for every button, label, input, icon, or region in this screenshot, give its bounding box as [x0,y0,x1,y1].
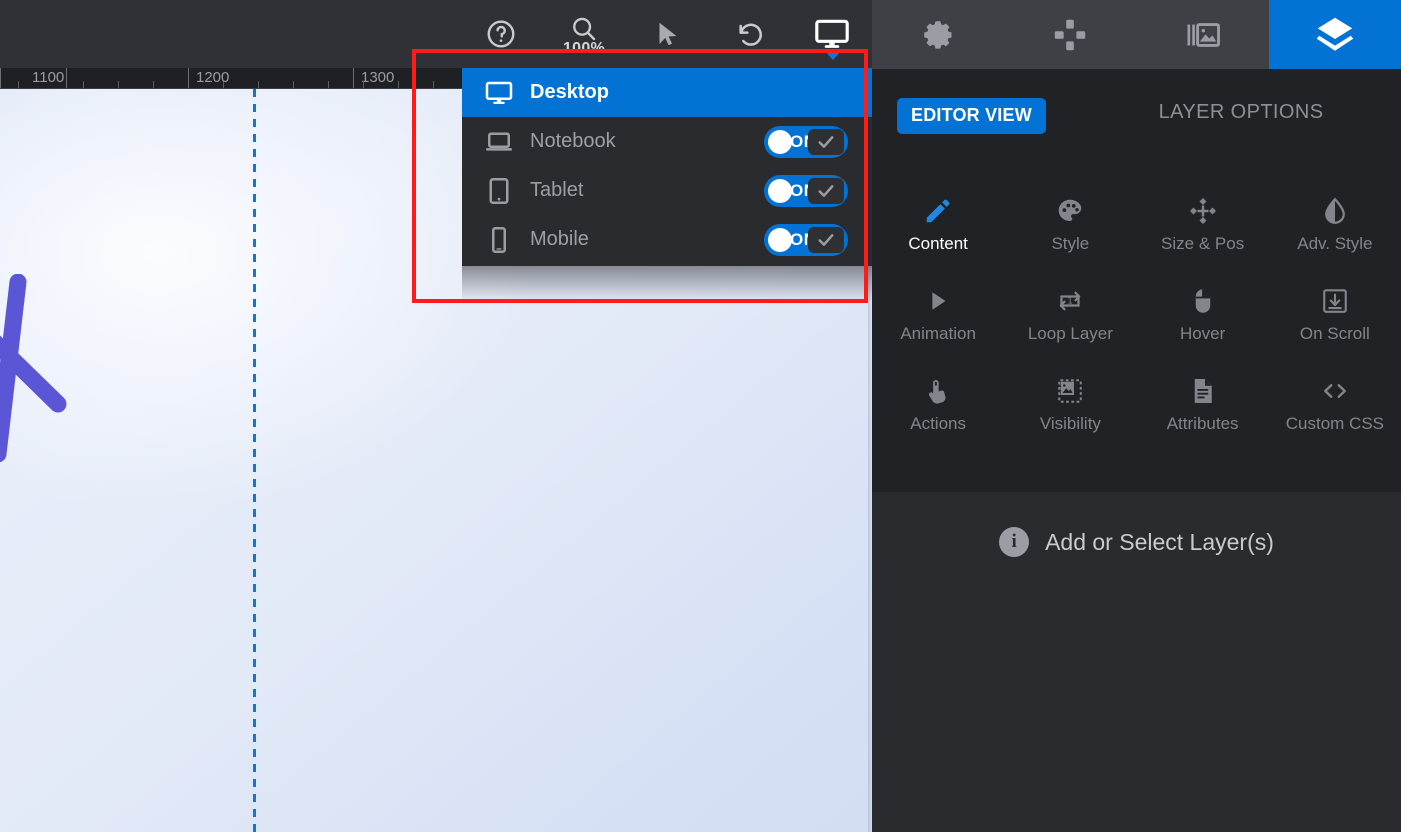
play-icon [923,284,953,318]
option-label: Custom CSS [1285,414,1384,433]
info-icon: i [999,527,1030,557]
slides-icon [1187,22,1220,47]
tab-settings[interactable] [872,0,1004,69]
option-label: Actions [910,414,966,433]
option-visibility[interactable]: Visibility [1004,362,1136,452]
app-root: 1100 1200 1300 100% Desktop Notebook ON … [0,0,1401,832]
ruler-tick-label: 1100 [32,69,65,86]
tab-transform[interactable] [1004,0,1136,69]
panel-tab-bar [872,0,1401,69]
option-label: Content [908,234,968,253]
option-actions[interactable]: Actions [872,362,1004,452]
gear-icon [924,20,952,49]
help-icon [487,20,515,48]
svg-text:1: 1 [1068,296,1073,306]
palette-icon [1055,194,1085,228]
mouse-icon [1188,284,1218,318]
layer-options-title: LAYER OPTIONS [1158,101,1324,123]
option-label: Visibility [1039,414,1101,433]
layer-empty-message: Add or Select Layer(s) [1045,528,1274,555]
option-loop-layer[interactable]: 1 Loop Layer [1004,272,1136,362]
brush-stroke-shape [0,274,67,463]
loop-icon: 1 [1055,284,1085,318]
option-adv-style[interactable]: Adv. Style [1269,182,1401,272]
droplet-icon [1320,194,1350,228]
annotation-highlight-rect [412,49,868,303]
document-icon [1188,374,1218,408]
layers-icon [1316,17,1354,51]
option-label: Attributes [1166,414,1239,433]
ruler-tick-label: 1200 [196,69,230,86]
editor-view-button[interactable]: EDITOR VIEW [897,98,1046,134]
option-custom-css[interactable]: Custom CSS [1269,362,1401,452]
option-on-scroll[interactable]: On Scroll [1269,272,1401,362]
option-label: Loop Layer [1027,324,1113,343]
ruler-tick-label: 1300 [361,69,395,86]
option-content[interactable]: Content [872,182,1004,272]
option-hover[interactable]: Hover [1137,272,1269,362]
tap-hand-icon [923,374,953,408]
move-icon [1188,194,1218,228]
layer-empty-state: i Add or Select Layer(s) [872,492,1401,832]
option-label: Hover [1179,324,1226,343]
editor-area: 1100 1200 1300 100% Desktop Notebook ON … [0,0,872,832]
option-label: Animation [900,324,976,343]
cursor-icon [659,22,677,46]
panel-subheader: EDITOR VIEW LAYER OPTIONS [872,69,1401,145]
tab-layers[interactable] [1268,0,1401,69]
layer-options-grid: Content Style Size & Pos Adv. Style Anim… [872,170,1401,492]
desktop-preview-icon [815,19,849,48]
undo-icon [739,23,762,46]
right-panel: EDITOR VIEW LAYER OPTIONS Content Style … [872,0,1401,832]
scroll-down-icon [1320,284,1350,318]
vertical-guide-line[interactable] [253,89,256,832]
option-style[interactable]: Style [1004,182,1136,272]
option-label: Adv. Style [1297,234,1373,253]
move-icon [1055,19,1086,50]
tab-slides[interactable] [1137,0,1269,69]
option-label: On Scroll [1299,324,1370,343]
code-icon [1320,374,1350,408]
option-animation[interactable]: Animation [872,272,1004,362]
option-label: Size & Pos [1161,234,1245,253]
option-label: Style [1051,234,1090,253]
option-size-pos[interactable]: Size & Pos [1137,182,1269,272]
pencil-icon [923,194,953,228]
option-attributes[interactable]: Attributes [1137,362,1269,452]
image-dashed-icon [1055,374,1085,408]
